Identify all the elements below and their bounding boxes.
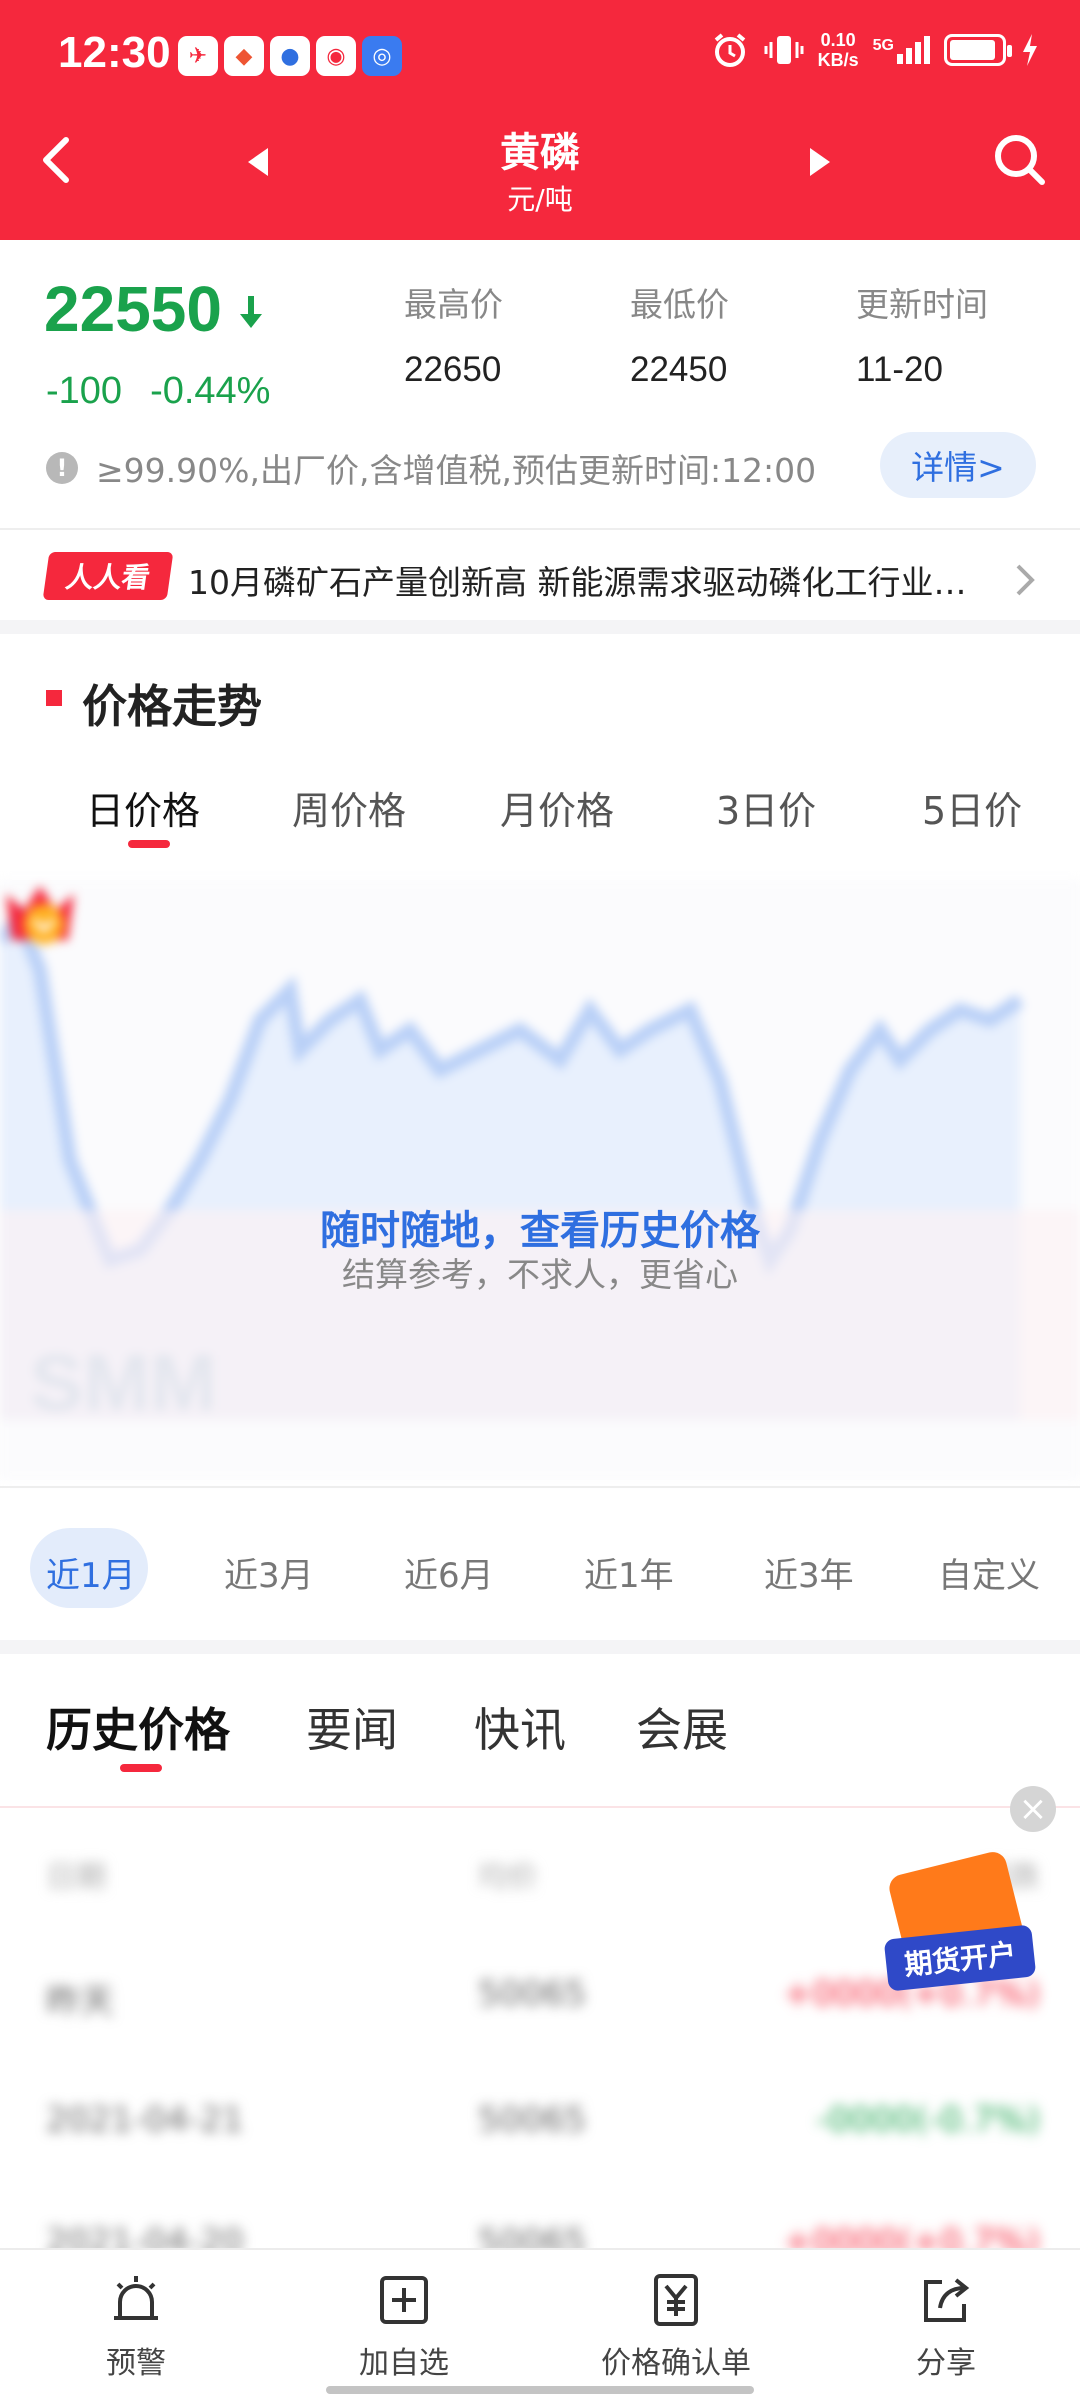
detail-button[interactable]: 详情>: [880, 432, 1036, 498]
notification-app-icon: ●: [270, 36, 310, 76]
tab-news[interactable]: 要闻: [306, 1694, 398, 1760]
stat-value: 22650: [404, 350, 502, 389]
price-note-text: ≥99.90%,出厂价,含增值税,预估更新时间:12:00: [96, 451, 817, 490]
section-marker: [46, 690, 62, 706]
section-gap: [0, 1640, 1080, 1654]
status-bar: 12:30 ✈ ◆ ● ◉ ◎ 0.10 KB/s 5G: [0, 0, 1080, 110]
row-date: 昨天: [46, 1982, 114, 2022]
tab-monthly-price[interactable]: 月价格: [500, 780, 614, 835]
row-date: 2021-04-21: [46, 2100, 244, 2140]
divider: [0, 1486, 1080, 1488]
range-1-year[interactable]: 近1年: [584, 1548, 674, 1597]
price-change-value: -100: [46, 370, 123, 412]
battery-icon: [944, 34, 1012, 66]
page-title: 黄磷: [500, 130, 580, 176]
alarm-clock-icon: [714, 33, 745, 67]
notification-app-icon: ◎: [362, 36, 402, 76]
tab-history-price[interactable]: 历史价格: [46, 1694, 230, 1760]
stat-low: 最低价 22450: [630, 278, 729, 390]
active-tab-indicator: [120, 1764, 162, 1772]
tab-exhibition[interactable]: 会展: [636, 1694, 728, 1760]
nav-add-favorite[interactable]: 加自选: [294, 2272, 514, 2382]
stat-label: 最低价: [630, 285, 729, 324]
futures-account-ad[interactable]: 期货开户: [880, 1836, 1040, 1996]
page-unit: 元/吨: [507, 183, 573, 216]
home-indicator[interactable]: [326, 2386, 754, 2394]
nav-label: 价格确认单: [601, 2346, 751, 2381]
nav-label: 分享: [916, 2346, 976, 2381]
price-note: ! ≥99.90%,出厂价,含增值税,预估更新时间:12:00: [46, 444, 816, 492]
bottom-nav: 预警 加自选 价格确认单 分享: [0, 2248, 1080, 2400]
nav-label: 预警: [106, 2346, 166, 2381]
range-6-month[interactable]: 近6月: [404, 1548, 494, 1597]
next-arrow-icon[interactable]: [810, 148, 830, 176]
nav-label: 加自选: [359, 2346, 449, 2381]
divider: [0, 528, 1080, 530]
stat-high: 最高价 22650: [404, 278, 503, 390]
status-time: 12:30: [58, 28, 171, 77]
down-arrow-icon: [240, 296, 262, 328]
nav-price-confirm[interactable]: 价格确认单: [566, 2272, 786, 2382]
battery-fill: [950, 40, 995, 60]
notification-app-icon: ◉: [316, 36, 356, 76]
status-indicators: 0.10 KB/s 5G: [710, 30, 1040, 70]
overlay-subtitle: 结算参考，不求人，更省心: [342, 1255, 738, 1294]
range-1-month[interactable]: 近1月: [46, 1548, 136, 1597]
section-title: 价格走势: [82, 680, 263, 733]
login-overlay[interactable]: 随时随地，查看历史价格 结算参考，不求人，更省心: [0, 880, 1080, 1480]
row-change: -0000(-0.7%): [816, 2100, 1040, 2140]
price-change-percent: -0.44%: [150, 370, 271, 412]
ticker-badge: 人人看: [42, 552, 174, 600]
range-3-month[interactable]: 近3月: [224, 1548, 314, 1597]
share-icon: [924, 2278, 970, 2322]
divider: [0, 1806, 1080, 1808]
stat-label: 最高价: [404, 285, 503, 324]
range-3-year[interactable]: 近3年: [764, 1548, 854, 1597]
price-change: -100 -0.44%: [46, 370, 298, 413]
section-gap: [0, 620, 1080, 634]
stat-label: 更新时间: [856, 285, 988, 324]
add-favorite-icon: [380, 2276, 428, 2324]
notification-app-icon: ✈: [178, 36, 218, 76]
info-icon: !: [46, 452, 78, 484]
chevron-right-icon[interactable]: [1010, 560, 1040, 600]
alarm-icon: [114, 2276, 158, 2320]
vibrate-icon: [764, 36, 804, 64]
tab-daily-price[interactable]: 日价格: [86, 780, 200, 835]
signal-icon: 5G: [873, 36, 930, 64]
price-confirm-icon: [654, 2274, 698, 2326]
search-icon[interactable]: [990, 130, 1050, 190]
row-price: 50065: [478, 1974, 587, 2014]
tab-flash[interactable]: 快讯: [474, 1694, 566, 1760]
range-custom[interactable]: 自定义: [938, 1548, 1040, 1597]
close-ad-icon[interactable]: ×: [1010, 1786, 1056, 1832]
row-price: 50065: [478, 2100, 587, 2140]
column-header: 均价: [478, 1860, 538, 1895]
nav-share[interactable]: 分享: [836, 2272, 1056, 2382]
active-tab-indicator: [128, 840, 170, 848]
crown-icon: [6, 886, 74, 944]
stat-update-time: 更新时间 11-20: [856, 278, 988, 390]
network-speed: 0.10 KB/s: [817, 30, 859, 70]
ticker-headline[interactable]: 10月磷矿石产量创新高 新能源需求驱动磷化工行业景气度持续提升: [188, 556, 998, 604]
tab-weekly-price[interactable]: 周价格: [292, 780, 406, 835]
stat-value: 22450: [630, 350, 728, 389]
nav-alert[interactable]: 预警: [26, 2272, 246, 2382]
charging-icon: [1023, 34, 1037, 66]
app-header: 12:30 ✈ ◆ ● ◉ ◎ 0.10 KB/s 5G 黄磷 元/吨: [0, 0, 1080, 240]
stat-value: 11-20: [856, 350, 943, 389]
tab-3day-price[interactable]: 3日价: [716, 780, 816, 835]
column-header: 日期: [46, 1860, 106, 1895]
current-price: 22550: [44, 273, 222, 345]
notification-app-icon: ◆: [224, 36, 264, 76]
tab-5day-price[interactable]: 5日价: [922, 780, 1022, 835]
price-trend-chart: SMM 随时随地，查看历史价格 结算参考，不求人，更省心: [0, 880, 1080, 1480]
